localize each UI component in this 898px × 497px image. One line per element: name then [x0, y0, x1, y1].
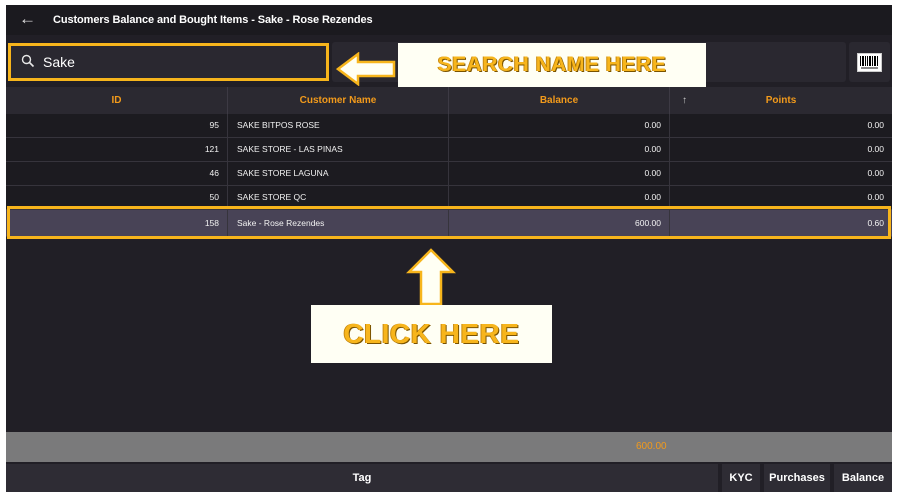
sort-up-icon[interactable]: ↑: [682, 87, 687, 114]
table-row[interactable]: 95 SAKE BITPOS ROSE 0.00 0.00: [6, 114, 892, 138]
cell-balance: 0.00: [449, 162, 670, 185]
search-icon: [21, 54, 35, 68]
table-header: ID Customer Name Balance Points ↑: [6, 87, 892, 114]
cell-balance: 0.00: [449, 138, 670, 161]
cell-customer-name: SAKE BITPOS ROSE: [228, 114, 449, 137]
table-row[interactable]: 121 SAKE STORE - LAS PINAS 0.00 0.00: [6, 138, 892, 162]
balance-button[interactable]: Balance: [834, 464, 892, 492]
purchases-button[interactable]: Purchases: [764, 464, 830, 492]
total-balance: 600.00: [636, 441, 667, 452]
column-header-customer-name[interactable]: Customer Name: [228, 87, 449, 114]
cell-points: 0.00: [867, 120, 884, 130]
arrow-up-annotation: [406, 248, 456, 306]
cell-id: 46: [6, 162, 228, 185]
search-input[interactable]: [43, 52, 313, 72]
search-box[interactable]: [8, 43, 329, 81]
cell-id: 121: [6, 138, 228, 161]
cell-points: 0.00: [867, 144, 884, 154]
totals-bar: 600.00: [6, 432, 892, 462]
table-row[interactable]: 46 SAKE STORE LAGUNA 0.00 0.00: [6, 162, 892, 186]
cell-customer-name: SAKE STORE LAGUNA: [228, 162, 449, 185]
window-title: Customers Balance and Bought Items - Sak…: [53, 14, 373, 26]
column-header-points[interactable]: Points: [670, 87, 892, 114]
barcode-scan-button[interactable]: [849, 42, 890, 82]
title-bar: ← Customers Balance and Bought Items - S…: [6, 5, 892, 35]
cell-balance: 0.00: [449, 114, 670, 137]
column-header-id[interactable]: ID: [6, 87, 228, 114]
click-here-annotation: CLICK HERE: [311, 305, 552, 363]
tag-button[interactable]: Tag: [6, 464, 718, 492]
search-name-annotation: SEARCH NAME HERE: [398, 43, 706, 87]
kyc-button[interactable]: KYC: [722, 464, 760, 492]
cell-id: 95: [6, 114, 228, 137]
cell-points: 0.00: [867, 168, 884, 178]
barcode-icon: [857, 53, 882, 72]
app-window: ← Customers Balance and Bought Items - S…: [6, 5, 892, 492]
selected-row-highlight: [7, 206, 891, 239]
arrow-left-annotation: [336, 52, 396, 86]
cell-customer-name: SAKE STORE - LAS PINAS: [228, 138, 449, 161]
arrow-left-icon[interactable]: ←: [19, 9, 36, 29]
column-header-balance[interactable]: Balance: [449, 87, 670, 114]
